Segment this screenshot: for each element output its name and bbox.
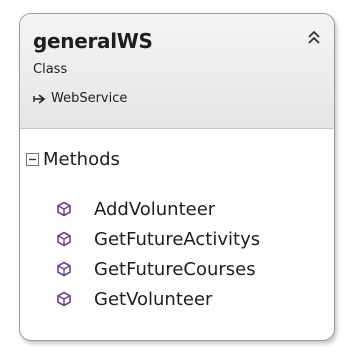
- method-cube-icon: [57, 291, 71, 307]
- method-item-getfuturecourses[interactable]: GetFutureCourses: [56, 254, 260, 284]
- class-name: generalWS: [33, 29, 153, 53]
- method-label: GetFutureCourses: [94, 258, 256, 280]
- methods-section-toggle[interactable]: Methods: [26, 149, 120, 170]
- method-cube-icon: [57, 261, 71, 277]
- base-type: WebService: [33, 91, 127, 106]
- method-item-getfutureactivitys[interactable]: GetFutureActivitys: [56, 224, 260, 254]
- class-stereotype: Class: [33, 62, 68, 77]
- method-item-addvolunteer[interactable]: AddVolunteer: [56, 194, 260, 224]
- method-label: GetVolunteer: [94, 288, 213, 310]
- method-label: GetFutureActivitys: [94, 228, 261, 250]
- method-item-getvolunteer[interactable]: GetVolunteer: [56, 284, 260, 314]
- collapse-minus-icon: [26, 153, 39, 166]
- class-box[interactable]: generalWS Class WebService Methods AddVo…: [19, 13, 335, 341]
- class-header: generalWS Class WebService: [20, 14, 334, 129]
- method-cube-icon: [57, 201, 71, 217]
- methods-section-title: Methods: [43, 149, 120, 170]
- method-label: AddVolunteer: [94, 198, 216, 220]
- base-type-label: WebService: [51, 91, 128, 106]
- inheritance-arrow-icon: [33, 93, 46, 104]
- method-cube-icon: [57, 231, 71, 247]
- method-list: AddVolunteer GetFutureActivitys GetFutur…: [56, 194, 260, 314]
- double-chevron-up-icon[interactable]: [304, 28, 324, 48]
